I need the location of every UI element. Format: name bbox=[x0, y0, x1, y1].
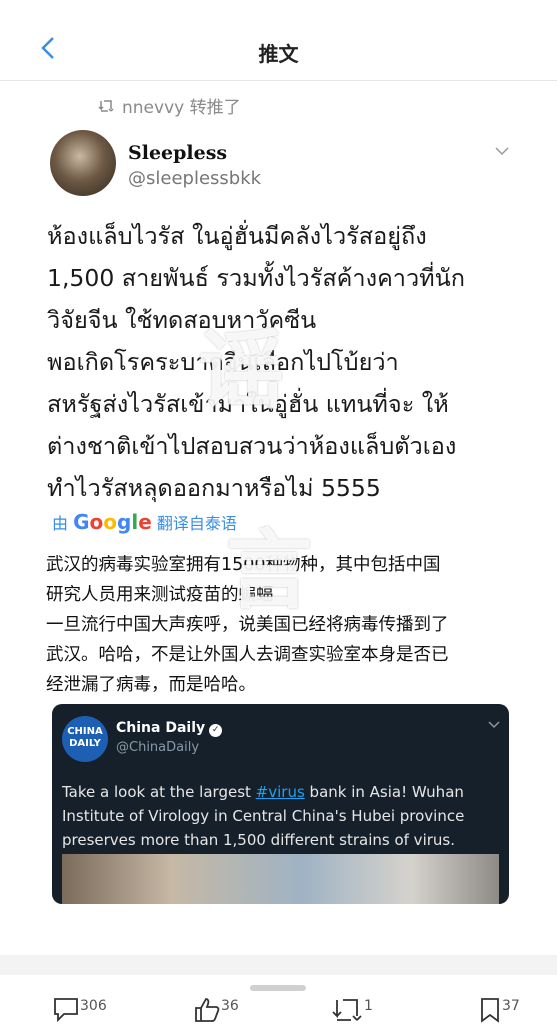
reply-count: 306 bbox=[80, 998, 107, 1014]
bookmark-button[interactable]: 37 bbox=[478, 996, 520, 1031]
author-name[interactable]: Sleepless bbox=[128, 142, 227, 164]
china-daily-logo: CHINA DAILY bbox=[62, 716, 108, 762]
google-logo: Google bbox=[73, 510, 152, 534]
bookmark-icon bbox=[478, 996, 502, 1031]
quoted-text-pre: Take a look at the largest bbox=[62, 783, 256, 801]
verified-icon: ✓ bbox=[209, 724, 223, 737]
rumor-stamp-char: 谣 bbox=[198, 321, 284, 421]
retweet-note-text: nnevvy 转推了 bbox=[122, 98, 241, 118]
translation-line: 武汉。哈哈，不是让外国人去调查实验室本身是否已 bbox=[46, 645, 449, 665]
retweet-count: 1 bbox=[364, 998, 373, 1014]
author-handle[interactable]: @sleeplessbkk bbox=[128, 168, 261, 189]
thumbs-up-icon bbox=[193, 996, 221, 1031]
retweet-icon bbox=[330, 996, 364, 1031]
translate-attribution[interactable]: 由 Google 翻译自泰语 bbox=[52, 510, 237, 534]
quoted-tweet-card[interactable]: CHINA DAILY China Daily ✓ @ChinaDaily Tak… bbox=[52, 704, 509, 904]
like-count: 36 bbox=[221, 998, 239, 1014]
bookmark-count: 37 bbox=[502, 998, 520, 1014]
google-logo-letter: o bbox=[103, 510, 118, 534]
comment-icon bbox=[52, 996, 80, 1029]
page-title: 推文 bbox=[258, 42, 299, 66]
google-logo-letter: o bbox=[89, 510, 104, 534]
reply-button[interactable]: 306 bbox=[52, 996, 107, 1029]
retweet-note[interactable]: nnevvy 转推了 bbox=[98, 93, 241, 118]
more-options-icon[interactable] bbox=[494, 144, 510, 160]
quoted-tweet-image[interactable] bbox=[62, 854, 499, 904]
hashtag-link[interactable]: #virus bbox=[256, 783, 305, 801]
divider bbox=[0, 955, 557, 975]
tweet-line: ต่างชาติเข้าไปสอบสวนว่าห้องแล็บตัวเอง bbox=[47, 432, 457, 460]
quoted-name-text: China Daily bbox=[116, 720, 206, 736]
tweet-line: สหรัฐส่งไวรัสเข้ามาในอู่ฮั่น แทนที่จะ ให… bbox=[47, 390, 449, 418]
google-logo-letter: G bbox=[73, 510, 90, 534]
tweet-line: วิจัยจีน ใช้ทดสอบหาวัคซีน bbox=[47, 306, 317, 334]
tweet-line: 1,500 สายพันธ์ รวมทั้งไวรัสค้างคาวที่นัก bbox=[47, 264, 465, 292]
translation-line: 经泄漏了病毒，而是哈哈。 bbox=[46, 675, 256, 695]
translate-suffix: 翻译自泰语 bbox=[156, 514, 237, 533]
quoted-tweet-text: Take a look at the largest #virus bank i… bbox=[62, 780, 492, 852]
top-bar: 推文 bbox=[0, 0, 557, 81]
quoted-author-name: China Daily ✓ bbox=[116, 720, 223, 737]
retweet-icon bbox=[98, 98, 116, 118]
action-bar: 306 36 1 37 bbox=[0, 990, 557, 1031]
quoted-more-icon[interactable] bbox=[488, 718, 500, 732]
tweet-text: ห้องแล็บไวรัส ในอู่ฮั่นมีคลังไวรัสอยู่ถึ… bbox=[47, 215, 527, 509]
quoted-author-handle: @ChinaDaily bbox=[116, 740, 200, 755]
like-button[interactable]: 36 bbox=[193, 996, 239, 1031]
google-logo-letter: g bbox=[117, 510, 132, 534]
translate-prefix: 由 bbox=[52, 514, 69, 533]
avatar[interactable] bbox=[50, 130, 116, 196]
rumor-stamp-char: 言 bbox=[226, 521, 312, 621]
tweet-line: ห้องแล็บไวรัส ในอู่ฮั่นมีคลังไวรัสอยู่ถึ… bbox=[47, 222, 427, 250]
tweet-line: พอเกิดโรคระบาดจีนเลือกไปโบ้ยว่า bbox=[47, 348, 399, 376]
retweet-button[interactable]: 1 bbox=[330, 996, 373, 1031]
google-logo-letter: e bbox=[138, 510, 152, 534]
